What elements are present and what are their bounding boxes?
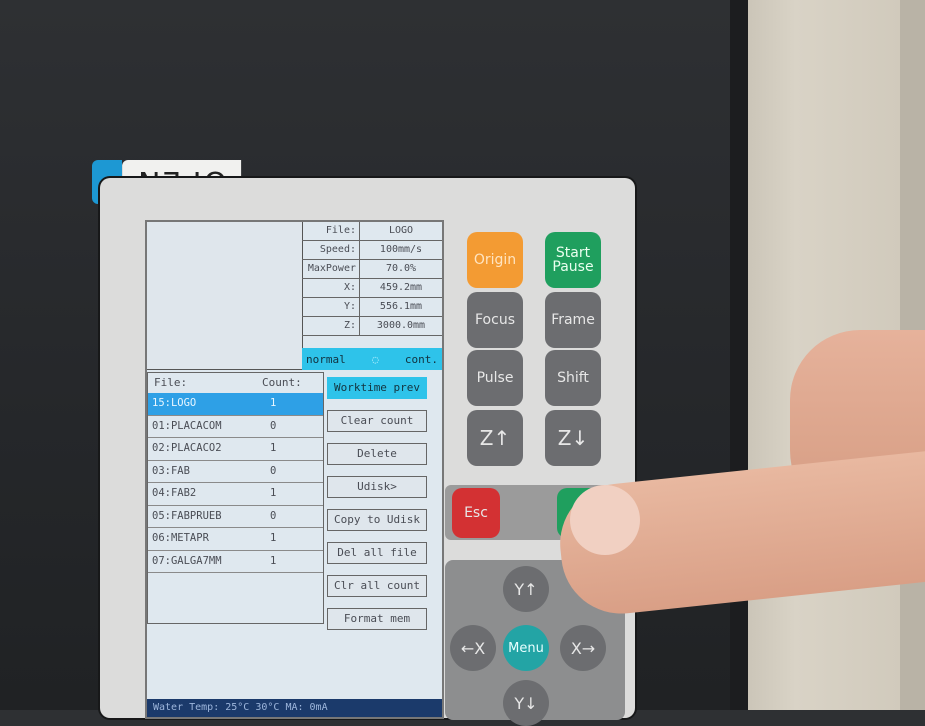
info-row-file: File: LOGO (302, 222, 442, 241)
menu-button[interactable]: Menu (503, 625, 549, 671)
info-table: File: LOGO Speed: 100mm/s MaxPower 70.0% X:… (302, 222, 442, 336)
file-row[interactable]: 03:FAB 0 (148, 461, 323, 483)
del-all-file-button[interactable]: Del all file (327, 542, 427, 564)
info-row-x: X: 459.2mm (302, 279, 442, 298)
file-row[interactable]: 05:FABPRUEB 0 (148, 506, 323, 528)
clear-count-button[interactable]: Clear count (327, 410, 427, 432)
file-list: File: Count: 15:LOGO 1 01:PLACACOM 0 02:PL… (147, 372, 324, 624)
shift-button[interactable]: Shift (545, 350, 601, 406)
info-row-maxpower: MaxPower 70.0% (302, 260, 442, 279)
file-row[interactable]: 07:GALGA7MM 1 (148, 551, 323, 573)
job-preview (147, 222, 303, 370)
mode-bar: normal ◌ cont. (302, 348, 442, 370)
file-row[interactable]: 06:METAPR 1 (148, 528, 323, 551)
pause-label: Pause (552, 259, 594, 275)
pulse-button[interactable]: Pulse (467, 350, 523, 406)
info-row-z: Z: 3000.0mm (302, 317, 442, 336)
x-right-button[interactable]: X→ (560, 625, 606, 671)
finger-tip (570, 485, 640, 555)
file-row[interactable]: 04:FAB2 1 (148, 483, 323, 506)
esc-button[interactable]: Esc (452, 488, 500, 538)
info-row-speed: Speed: 100mm/s (302, 241, 442, 260)
y-up-button[interactable]: Y↑ (503, 566, 549, 612)
x-left-button[interactable]: ←X (450, 625, 496, 671)
copy-to-udisk-button[interactable]: Copy to Udisk (327, 509, 427, 531)
frame-button[interactable]: Frame (545, 292, 601, 348)
mode-normal: normal (306, 352, 346, 366)
file-row-selected[interactable]: 15:LOGO 1 (148, 393, 323, 416)
udisk-button[interactable]: Udisk> (327, 476, 427, 498)
clr-all-count-button[interactable]: Clr all count (327, 575, 427, 597)
wifi-icon: ◌ (372, 352, 379, 366)
focus-button[interactable]: Focus (467, 292, 523, 348)
z-up-button[interactable]: Z↑ (467, 410, 523, 466)
worktime-prev-button[interactable]: Worktime prev (327, 377, 427, 399)
file-row[interactable]: 02:PLACACO2 1 (148, 438, 323, 461)
z-down-button[interactable]: Z↓ (545, 410, 601, 466)
y-down-button[interactable]: Y↓ (503, 680, 549, 726)
lcd-screen: File: LOGO Speed: 100mm/s MaxPower 70.0% X:… (145, 220, 444, 719)
format-mem-button[interactable]: Format mem (327, 608, 427, 630)
file-row[interactable]: 01:PLACACOM 0 (148, 416, 323, 438)
machine-edge (730, 0, 748, 710)
delete-button[interactable]: Delete (327, 443, 427, 465)
action-menu: Worktime prev Clear count Delete Udisk> … (327, 377, 427, 641)
origin-button[interactable]: Origin (467, 232, 523, 288)
start-label: Start (555, 245, 591, 261)
info-row-y: Y: 556.1mm (302, 298, 442, 317)
mode-cont: cont. (404, 352, 438, 366)
status-bar: Water Temp: 25°C 30°C MA: 0mA (147, 699, 442, 717)
start-pause-button[interactable]: Start Pause (545, 232, 601, 288)
file-list-header: File: Count: (154, 376, 302, 389)
